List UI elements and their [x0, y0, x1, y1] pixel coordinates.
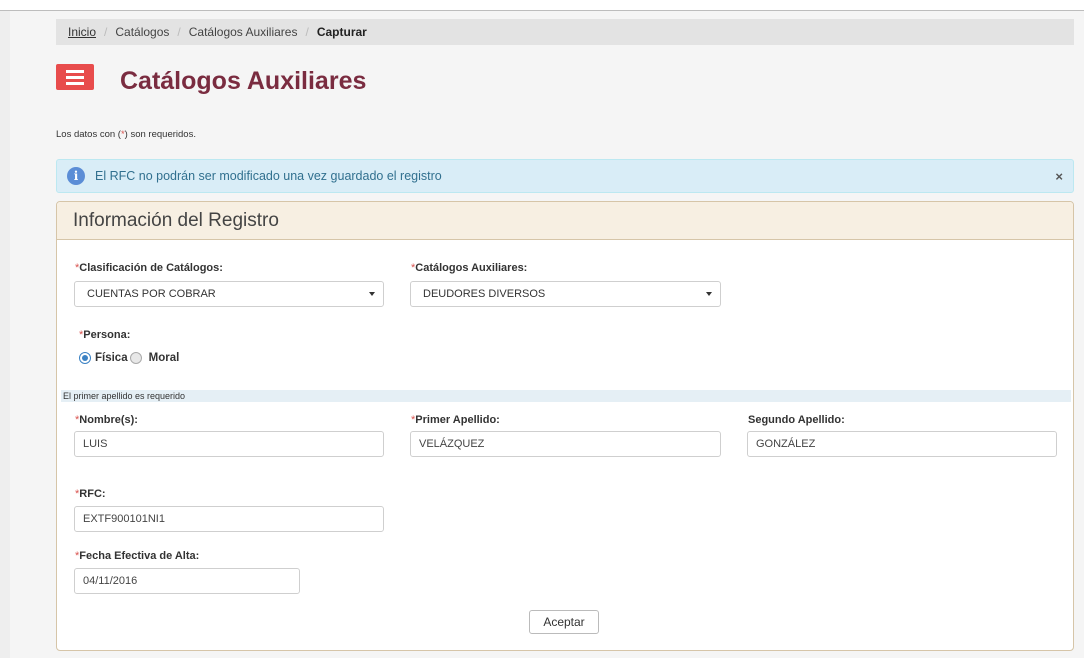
info-alert: i El RFC no podrán ser modificado una ve… [56, 159, 1074, 193]
alert-text: El RFC no podrán ser modificado una vez … [95, 169, 442, 183]
fecha-input[interactable]: 04/11/2016 [74, 568, 300, 594]
breadcrumb-separator: / [104, 25, 108, 39]
persona-fisica-label: Física [95, 352, 128, 364]
persona-moral-label: Moral [148, 352, 180, 364]
fecha-label: *Fecha Efectiva de Alta: [75, 550, 200, 562]
chevron-down-icon [369, 292, 375, 296]
nombre-label: *Nombre(s): [75, 414, 138, 426]
chevron-down-icon [706, 292, 712, 296]
catalogos-select[interactable]: DEUDORES DIVERSOS [410, 281, 721, 307]
breadcrumb-home-link[interactable]: Inicio [68, 25, 96, 39]
breadcrumb-separator: / [177, 25, 181, 39]
close-icon[interactable]: × [1055, 169, 1063, 184]
persona-fisica-radio[interactable] [79, 352, 91, 364]
segundo-apellido-label: Segundo Apellido: [748, 414, 845, 426]
breadcrumb: Inicio / Catálogos / Catálogos Auxiliare… [56, 19, 1074, 45]
panel-title: Información del Registro [57, 202, 1073, 240]
nombre-input[interactable]: LUIS [74, 431, 384, 457]
required-note: Los datos con (*) son requeridos. [56, 129, 196, 140]
page-title: Catálogos Auxiliares [120, 67, 367, 95]
catalogos-label: *Catálogos Auxiliares: [411, 262, 528, 274]
hamburger-icon[interactable] [56, 64, 94, 90]
rfc-label: *RFC: [75, 488, 106, 500]
validation-hint: El primer apellido es requerido [61, 390, 1071, 402]
primer-apellido-input[interactable]: VELÁZQUEZ [410, 431, 721, 457]
rfc-input[interactable]: EXTF900101NI1 [74, 506, 384, 532]
breadcrumb-item-catalogos-auxiliares: Catálogos Auxiliares [188, 25, 298, 39]
clasificacion-label: *Clasificación de Catálogos: [75, 262, 223, 274]
primer-apellido-label: *Primer Apellido: [411, 414, 500, 426]
segundo-apellido-input[interactable]: GONZÁLEZ [747, 431, 1057, 457]
persona-moral-radio[interactable] [129, 352, 142, 364]
catalogos-value: DEUDORES DIVERSOS [423, 288, 546, 300]
persona-radio-group: Física Moral [79, 352, 179, 364]
required-note-prefix: Los datos con ( [56, 129, 121, 140]
clasificacion-value: CUENTAS POR COBRAR [87, 288, 216, 300]
persona-label: *Persona: [79, 329, 131, 341]
left-strip [0, 11, 10, 658]
info-icon: i [67, 167, 85, 185]
aceptar-button[interactable]: Aceptar [529, 610, 599, 634]
breadcrumb-item-catalogos: Catálogos [115, 25, 170, 39]
registro-panel: Información del Registro *Clasificación … [56, 201, 1074, 651]
required-note-suffix: ) son requeridos. [124, 129, 196, 140]
breadcrumb-current: Capturar [316, 25, 367, 39]
breadcrumb-separator: / [305, 25, 309, 39]
clasificacion-select[interactable]: CUENTAS POR COBRAR [74, 281, 384, 307]
